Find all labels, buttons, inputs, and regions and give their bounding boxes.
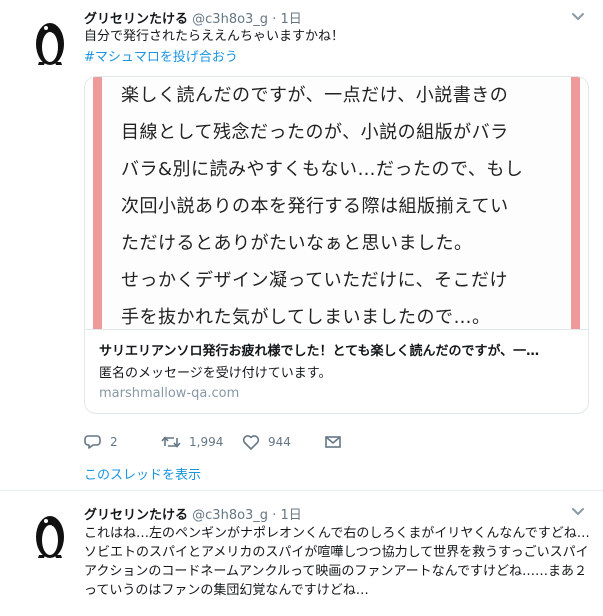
tweet: グリセリンたける @c3h8o3_g · 1日 これはね…左のペンギンがナポレオ… [0, 490, 603, 616]
hashtag-link[interactable]: #マシュマロを投げ合おう [84, 46, 238, 65]
envelope-icon [325, 436, 341, 448]
card-body: サリエリアンソロ発行お疲れ様でした！とても楽しく読んだのですが、一… 匿名のメッ… [85, 329, 588, 413]
card-image-line: 目線として残念だったのが、小説の組版がバラ [121, 122, 509, 143]
show-thread-link[interactable]: このスレッドを表示 [84, 464, 201, 483]
tweet-header: グリセリンたける @c3h8o3_g · 1日 [84, 504, 302, 523]
card-image-line: 楽しく読んだのですが、一点だけ、小説書きの [121, 85, 509, 106]
separator-dot: · [272, 12, 277, 27]
chevron-down-icon[interactable] [571, 507, 585, 517]
tweet-text: これはね…左のペンギンがナポレオンくんで右のしろくまがイリヤくんなんですどね…ソ… [84, 526, 590, 598]
timestamp[interactable]: 1日 [280, 508, 301, 523]
card-image-line: ただけるとありがたいなぁと思いました。 [121, 233, 473, 254]
heart-icon [242, 435, 260, 450]
retweet-icon [161, 436, 181, 448]
card-domain: marshmallow-qa.com [99, 386, 240, 401]
tweet: グリセリンたける @c3h8o3_g · 1日 自分で発行されたらええんちゃいま… [0, 0, 603, 490]
card-image-line: 次回小説ありの本を発行する際は組版揃えてい [121, 196, 509, 217]
reply-icon [84, 435, 101, 449]
retweet-count: 1,994 [189, 435, 224, 449]
card-image-line: せっかくデザイン凝っていただけに、そこだけ [121, 270, 509, 291]
card-image-line: バラ&別に読みやすくもない…だったので、もし [121, 159, 524, 180]
like-count: 944 [268, 435, 291, 449]
card-image-left-bar [93, 77, 102, 329]
card-image-text: 楽しく読んだのですが、一点だけ、小説書きの 目線として残念だったのが、小説の組版… [121, 77, 561, 336]
user-handle[interactable]: @c3h8o3_g [192, 508, 268, 523]
penguin-avatar[interactable] [30, 507, 70, 559]
direct-message-button[interactable] [324, 432, 342, 452]
user-handle[interactable]: @c3h8o3_g [192, 12, 268, 27]
display-name[interactable]: グリセリンたける [84, 508, 188, 523]
penguin-avatar[interactable] [30, 14, 70, 66]
card-image-right-bar [571, 77, 580, 329]
like-button[interactable]: 944 [242, 432, 291, 452]
link-card[interactable]: 楽しく読んだのですが、一点だけ、小説書きの 目線として残念だったのが、小説の組版… [84, 76, 589, 414]
reply-button[interactable]: 2 [84, 432, 118, 452]
tweet-header: グリセリンたける @c3h8o3_g · 1日 [84, 8, 302, 27]
display-name[interactable]: グリセリンたける [84, 12, 188, 27]
timestamp[interactable]: 1日 [280, 12, 301, 27]
card-title: サリエリアンソロ発行お疲れ様でした！とても楽しく読んだのですが、一… [99, 344, 540, 359]
card-image: 楽しく読んだのですが、一点だけ、小説書きの 目線として残念だったのが、小説の組版… [85, 77, 588, 329]
tweet-text: 自分で発行されたらええんちゃいますかね！ [84, 29, 345, 44]
reply-count: 2 [110, 435, 118, 449]
card-description: 匿名のメッセージを受け付けています。 [99, 366, 332, 381]
chevron-down-icon[interactable] [571, 12, 585, 22]
retweet-button[interactable]: 1,994 [161, 432, 223, 452]
separator-dot: · [272, 508, 277, 523]
